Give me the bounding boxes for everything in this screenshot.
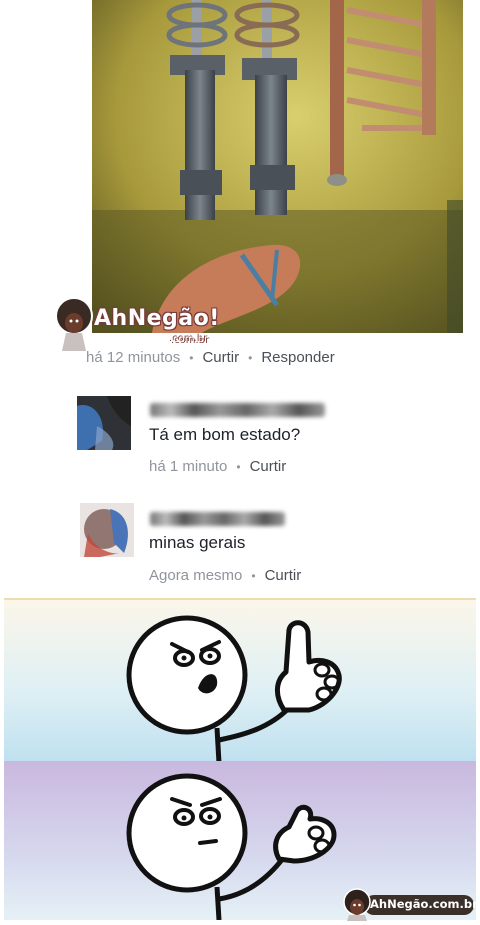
comment-text: Tá em bom estado? (149, 425, 301, 444)
meme-panel-top (4, 598, 476, 764)
excited-stickman-drawing (126, 615, 342, 764)
like-button[interactable]: Curtir (202, 349, 239, 366)
separator-dot: • (248, 351, 253, 365)
separator-dot: • (236, 460, 241, 474)
reply-button[interactable]: Responder (261, 349, 334, 366)
logo-text: AhNegão.com.br (370, 897, 478, 911)
watermark-brand: AhNegão! (94, 306, 220, 331)
comment-meta: há 1 minuto • Curtir (149, 458, 286, 475)
meme-image (4, 598, 476, 921)
like-button[interactable]: Curtir (250, 458, 287, 475)
site-logo-badge[interactable]: AhNegão.com.br (340, 888, 478, 921)
like-button[interactable]: Curtir (265, 567, 302, 584)
commenter-name-redacted[interactable] (150, 512, 285, 526)
separator-dot: • (251, 569, 256, 583)
afro-mascot-icon (55, 297, 93, 351)
photo-comment-meta: há 12 minutos • Curtir • Responder (86, 349, 335, 366)
avatar-image (80, 503, 134, 557)
separator-dot: • (189, 351, 194, 365)
timestamp: Agora mesmo (149, 567, 243, 584)
avatar-image (77, 396, 131, 450)
comment-text: minas gerais (149, 533, 246, 552)
avatar[interactable] (77, 396, 131, 450)
afro-mascot-icon (343, 888, 371, 921)
watermark-domain: .com.br (170, 334, 209, 345)
timestamp: há 1 minuto (149, 458, 228, 475)
watermark: AhNegão! .com.br (52, 296, 220, 354)
comment-meta: Agora mesmo • Curtir (149, 567, 301, 584)
commenter-name-redacted[interactable] (150, 403, 325, 417)
comment-photo[interactable] (92, 0, 463, 333)
avatar[interactable] (80, 503, 134, 557)
timestamp: há 12 minutos (86, 349, 181, 366)
shock-absorbers-image (92, 0, 463, 333)
